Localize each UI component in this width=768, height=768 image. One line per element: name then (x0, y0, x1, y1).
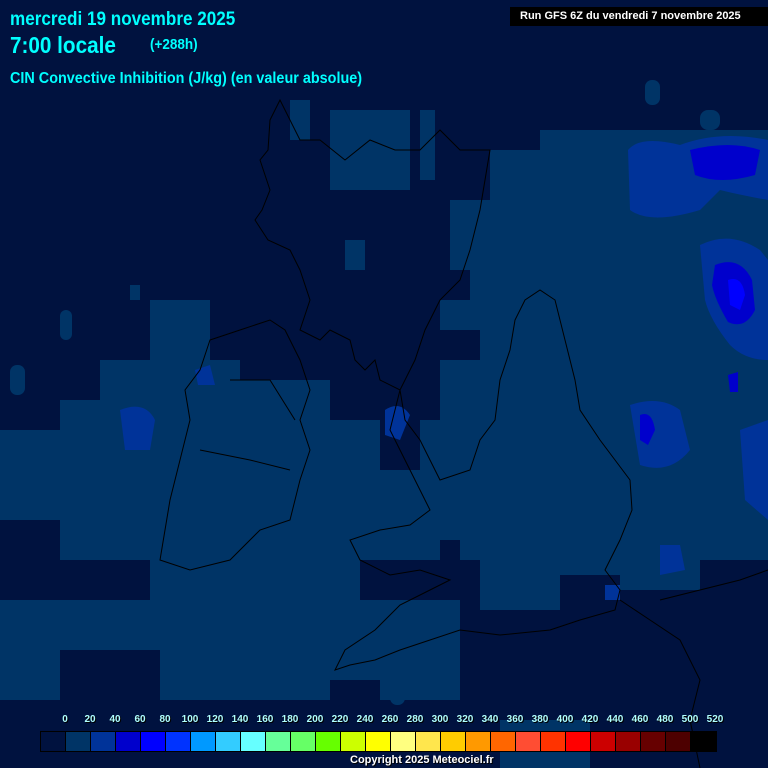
model-run-label: Run GFS 6Z du vendredi 7 novembre 2025 (510, 7, 768, 26)
legend-label: 440 (606, 714, 624, 725)
legend-label: 160 (256, 714, 274, 725)
legend-swatch (516, 732, 541, 751)
legend-label: 400 (556, 714, 574, 725)
legend-label: 320 (456, 714, 474, 725)
legend-label: 300 (431, 714, 449, 725)
legend-label: 460 (631, 714, 649, 725)
forecast-time: 7:00 locale (10, 32, 116, 58)
legend-swatch (441, 732, 466, 751)
legend-label: 520 (706, 714, 724, 725)
legend-label: 260 (381, 714, 399, 725)
legend-swatch (366, 732, 391, 751)
legend-swatch (566, 732, 591, 751)
color-scale-legend (40, 731, 717, 752)
legend-swatch (241, 732, 266, 751)
legend-swatch (116, 732, 141, 751)
legend-swatch (416, 732, 441, 751)
legend-label: 140 (231, 714, 249, 725)
legend-swatch (391, 732, 416, 751)
legend-label: 0 (62, 714, 68, 725)
legend-swatch (666, 732, 691, 751)
legend-swatch (541, 732, 566, 751)
legend-label: 180 (281, 714, 299, 725)
legend-swatch (616, 732, 641, 751)
legend-swatch (691, 732, 716, 751)
legend-label: 80 (159, 714, 171, 725)
legend-swatch (141, 732, 166, 751)
legend-label: 220 (331, 714, 349, 725)
legend-swatch (91, 732, 116, 751)
legend-label: 340 (481, 714, 499, 725)
legend-swatch (41, 732, 66, 751)
legend-swatch (491, 732, 516, 751)
parameter-title: CIN Convective Inhibition (J/kg) (en val… (10, 70, 363, 87)
legend-label: 280 (406, 714, 424, 725)
weather-map-view: mercredi 19 novembre 2025 7:00 locale (+… (0, 0, 768, 768)
legend-swatch (216, 732, 241, 751)
forecast-lead-time: (+288h) (150, 36, 198, 53)
legend-swatch (591, 732, 616, 751)
legend-label: 40 (109, 714, 121, 725)
legend-label: 500 (681, 714, 699, 725)
legend-swatch (641, 732, 666, 751)
legend-label: 120 (206, 714, 224, 725)
copyright: Copyright 2025 Meteociel.fr (350, 754, 494, 766)
legend-swatch (466, 732, 491, 751)
cin-map (0, 80, 768, 768)
legend-label: 100 (181, 714, 199, 725)
legend-label: 420 (581, 714, 599, 725)
legend-label: 240 (356, 714, 374, 725)
forecast-date: mercredi 19 novembre 2025 (10, 9, 236, 30)
legend-label: 480 (656, 714, 674, 725)
legend-label: 20 (84, 714, 96, 725)
legend-label: 60 (134, 714, 146, 725)
legend-swatch (266, 732, 291, 751)
legend-swatch (166, 732, 191, 751)
legend-swatch (66, 732, 91, 751)
legend-label: 380 (531, 714, 549, 725)
legend-swatch (316, 732, 341, 751)
legend-label: 200 (306, 714, 324, 725)
legend-swatch (341, 732, 366, 751)
legend-swatch (191, 732, 216, 751)
legend-label: 360 (506, 714, 524, 725)
legend-swatch (291, 732, 316, 751)
